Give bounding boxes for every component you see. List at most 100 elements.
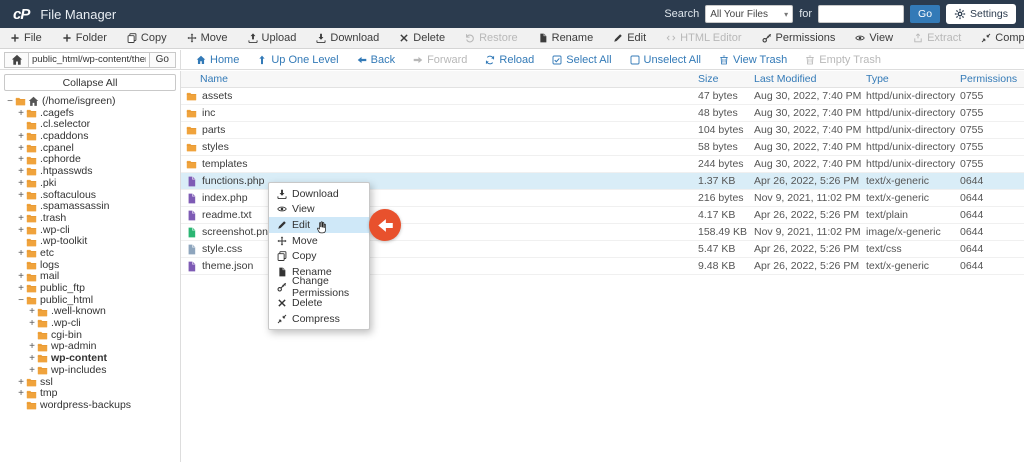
tree-expander[interactable]: + [16,166,26,178]
path-go-button[interactable]: Go [149,51,176,68]
toolbar-item[interactable]: HTML Editor [656,28,751,48]
search-scope-select[interactable]: All Your Files ▾ [705,5,794,23]
nav-item[interactable]: Unselect All [621,54,710,66]
nav-item-label: Home [210,53,240,66]
toolbar-item[interactable]: Copy [117,28,177,48]
tree-expander[interactable]: − [16,295,26,307]
file-modified: Apr 26, 2022, 5:26 PM [754,175,860,187]
nav-item-label: Back [370,53,396,66]
tree-item[interactable]: + etc [0,247,180,260]
nav-item[interactable]: View Trash [710,54,796,66]
search-go-button[interactable]: Go [910,5,941,23]
table-row[interactable]: assets 47 bytes Aug 30, 2022, 7:40 PM ht… [181,88,1024,105]
tree-item[interactable]: + .cagefs [0,107,180,120]
nav-item[interactable]: Empty Trash [796,54,890,66]
column-header-permissions[interactable]: Permissions [960,73,1018,85]
home-icon [11,54,23,66]
toolbar-item[interactable]: Move [177,28,238,48]
toolbar-item[interactable]: Upload [238,28,307,48]
context-menu-item[interactable]: Delete [269,295,369,311]
tree-item[interactable]: + .cpaddons [0,130,180,143]
tree-expander[interactable]: + [16,154,26,166]
nav-item[interactable]: Home [187,54,248,66]
toolbar-item[interactable]: Permissions [752,28,846,48]
tree-expander[interactable]: + [16,131,26,143]
tree-item[interactable]: + .cpanel [0,142,180,155]
tree-expander[interactable]: + [27,341,37,353]
tree-item[interactable]: + .well-known [0,306,180,318]
tree-expander[interactable]: + [16,377,26,389]
table-row[interactable]: styles 58 bytes Aug 30, 2022, 7:40 PM ht… [181,139,1024,156]
table-row[interactable]: inc 48 bytes Aug 30, 2022, 7:40 PM httpd… [181,105,1024,122]
nav-item[interactable]: Reload [476,54,543,66]
toolbar-item[interactable]: View [845,28,903,48]
tree-item[interactable]: + mail [0,271,180,283]
tree-item[interactable]: wordpress-backups [0,399,180,412]
tree-item[interactable]: .cl.selector [0,119,180,131]
tree-expander[interactable]: − [5,96,15,108]
column-header-size[interactable]: Size [698,73,754,85]
toolbar-item[interactable]: Delete [389,28,455,48]
tree-expander[interactable]: + [27,306,37,318]
tree-item[interactable]: + .pki [0,176,180,190]
tree-expander[interactable]: + [16,388,26,400]
tree-item[interactable]: + .trash [0,212,180,225]
tree-item[interactable]: logs [0,259,180,272]
path-input[interactable] [28,51,150,68]
toolbar-item[interactable]: Edit [603,28,656,48]
tree-expander[interactable]: + [16,283,26,295]
tree-expander[interactable]: + [16,178,26,190]
tree-item-label: .pki [40,176,57,189]
search-input[interactable] [818,5,905,23]
table-row[interactable]: parts 104 bytes Aug 30, 2022, 7:40 PM ht… [181,122,1024,139]
column-header-type[interactable]: Type [866,73,960,85]
toolbar-item[interactable]: Rename [528,28,604,48]
nav-item[interactable]: Forward [404,54,476,66]
collapse-all-button[interactable]: Collapse All [4,74,176,91]
tree-expander[interactable]: + [16,271,26,283]
toolbar-item[interactable]: File [0,28,52,48]
tree-item[interactable]: + .htpasswds [0,165,180,178]
toolbar-item[interactable]: Restore [455,28,528,48]
tree-item[interactable]: .spamassassin [0,200,180,213]
nav-item[interactable]: Up One Level [248,54,347,66]
nav-item[interactable]: Select All [543,54,620,66]
toolbar-item[interactable]: Compress [971,28,1024,48]
tree-item[interactable]: .wp-toolkit [0,236,180,248]
context-menu-item[interactable]: Compress [269,311,369,327]
nav-item[interactable]: Back [348,54,404,66]
tree-item[interactable]: − (/home/isgreen) [0,95,180,108]
tree-expander[interactable]: + [16,225,26,237]
toolbar-item[interactable]: Extract [903,28,971,48]
tree-item[interactable]: + .wp-cli [0,224,180,237]
tree-item[interactable]: + wp-includes [0,364,180,377]
tree-item[interactable]: + public_ftp [0,282,180,295]
context-menu-item[interactable]: View [269,202,369,218]
tree-item[interactable]: + .wp-cli [0,317,180,330]
context-menu-item[interactable]: Move [269,233,369,249]
context-menu-item[interactable]: Change Permissions [269,275,369,299]
tree-expander[interactable]: + [16,108,26,120]
tree-expander[interactable]: + [16,248,26,260]
tree-expander[interactable]: + [27,318,37,330]
tree-item[interactable]: + ssl [0,376,180,389]
file-permissions: 0755 [960,124,984,136]
context-menu-item[interactable]: Download [269,186,369,202]
tree-expander[interactable]: + [16,213,26,225]
toolbar-item[interactable]: Folder [52,28,117,48]
column-header-modified[interactable]: Last Modified [754,73,866,85]
file-type: httpd/unix-directory [866,158,956,170]
tree-expander[interactable]: + [16,190,26,202]
tree-expander[interactable]: + [27,365,37,377]
toolbar-item[interactable]: Download [306,28,389,48]
tree-expander[interactable]: + [27,353,37,365]
table-row[interactable]: templates 244 bytes Aug 30, 2022, 7:40 P… [181,156,1024,173]
path-home-button[interactable] [4,51,28,68]
context-menu-item[interactable]: Edit [269,217,369,234]
column-header-name[interactable]: Name [181,73,698,85]
tree-expander[interactable]: + [16,143,26,155]
search-area: Search All Your Files ▾ for Go Settings [664,4,1016,24]
settings-button[interactable]: Settings [946,4,1016,24]
context-menu-item[interactable]: Copy [269,248,369,264]
arrow-left-icon [377,217,394,234]
